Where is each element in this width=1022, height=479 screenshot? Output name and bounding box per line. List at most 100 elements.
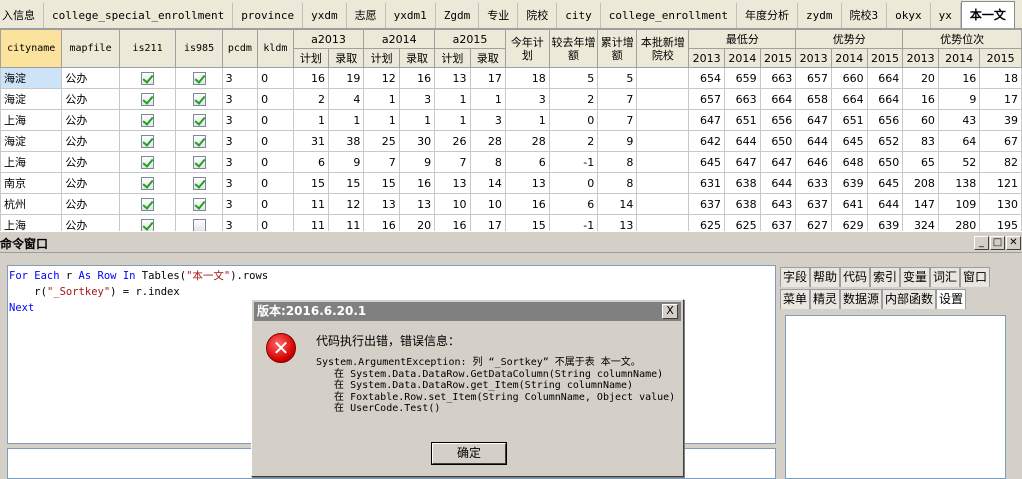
col-header-min-2014[interactable]: 2014 [724, 48, 761, 68]
cell-cum[interactable]: 8 [597, 151, 638, 173]
cell-adv14[interactable]: 645 [830, 130, 868, 152]
table-row[interactable]: 海淀 公办 3 0 16 19 12 16 13 17 18 5 5 654 659 663 657 660 664… [0, 67, 1022, 89]
cell-new-schools[interactable] [636, 193, 690, 215]
col-header-a2014-plan[interactable]: 计划 [363, 48, 400, 68]
table-row[interactable]: 杭州 公办 3 0 11 12 13 13 10 10 16 6 14 637 638 643 637 641 64… [0, 193, 1022, 215]
side-tab-row2-4[interactable]: 设置 [936, 289, 967, 309]
is211-checkbox[interactable] [141, 134, 155, 148]
cell-a15p[interactable]: 10 [434, 193, 471, 215]
cell-cityname[interactable]: 南京 [0, 172, 63, 194]
cell-inc[interactable]: 2 [548, 130, 599, 152]
col-group-adv-rank[interactable]: 优势位次 [902, 29, 1022, 49]
tab-1[interactable]: college_special_enrollment [44, 3, 234, 28]
dialog-close-button[interactable]: X [662, 304, 678, 319]
cell-rk13[interactable]: 20 [902, 67, 939, 89]
cell-adv14[interactable]: 660 [830, 67, 868, 89]
cell-min14[interactable]: 663 [724, 88, 761, 110]
cell-a14p[interactable]: 25 [363, 130, 400, 152]
cell-inc[interactable]: -1 [548, 214, 599, 231]
cell-min15[interactable]: 656 [759, 109, 797, 131]
cell-a15p[interactable]: 1 [434, 109, 471, 131]
side-tab-row1-0[interactable]: 字段 [780, 267, 811, 287]
cell-min13[interactable]: 631 [688, 172, 725, 194]
cell-mapfile[interactable]: 公办 [61, 88, 120, 110]
cell-kldm[interactable]: 0 [257, 130, 294, 152]
cell-is985[interactable] [175, 88, 223, 110]
cell-mapfile[interactable]: 公办 [61, 172, 120, 194]
cell-mapfile[interactable]: 公办 [61, 67, 120, 89]
cell-inc[interactable]: 0 [548, 172, 599, 194]
cell-mapfile[interactable]: 公办 [61, 130, 120, 152]
cell-rk15[interactable]: 18 [979, 67, 1022, 89]
cell-a13p[interactable]: 6 [292, 151, 330, 173]
cell-adv15[interactable]: 650 [866, 151, 904, 173]
cell-adv15[interactable]: 664 [866, 67, 904, 89]
tab-5[interactable]: yxdm1 [386, 3, 436, 28]
cell-is211[interactable] [118, 151, 177, 173]
cell-a15r[interactable]: 17 [469, 214, 506, 231]
col-group-adv-score[interactable]: 优势分 [795, 29, 904, 49]
cell-rk13[interactable]: 16 [902, 88, 939, 110]
cell-min15[interactable]: 650 [759, 130, 797, 152]
cell-new-schools[interactable] [636, 172, 690, 194]
cell-a14r[interactable]: 16 [398, 67, 436, 89]
cell-pcdm[interactable]: 3 [221, 67, 259, 89]
cell-min15[interactable]: 647 [759, 151, 797, 173]
cell-cityname[interactable]: 上海 [0, 109, 63, 131]
tab-2[interactable]: province [233, 3, 304, 28]
cell-a15p[interactable]: 1 [434, 88, 471, 110]
cell-pcdm[interactable]: 3 [221, 109, 259, 131]
cell-min14[interactable]: 659 [724, 67, 761, 89]
cell-a13r[interactable]: 19 [328, 67, 365, 89]
cell-a13p[interactable]: 2 [292, 88, 330, 110]
cell-kldm[interactable]: 0 [257, 172, 294, 194]
cell-a14r[interactable]: 30 [398, 130, 436, 152]
cell-min13[interactable]: 657 [688, 88, 725, 110]
cell-rk15[interactable]: 82 [979, 151, 1022, 173]
cell-is211[interactable] [118, 214, 177, 231]
cell-cum[interactable]: 9 [597, 130, 638, 152]
close-button[interactable]: ✕ [1006, 236, 1021, 250]
is985-checkbox[interactable] [192, 113, 206, 127]
cell-a13r[interactable]: 38 [328, 130, 365, 152]
cell-cityname[interactable]: 上海 [0, 151, 63, 173]
cell-rk14[interactable]: 43 [937, 109, 981, 131]
cell-a13p[interactable]: 15 [292, 172, 330, 194]
cell-plan[interactable]: 28 [504, 130, 550, 152]
cell-inc[interactable]: -1 [548, 151, 599, 173]
side-tab-row1-6[interactable]: 窗口 [960, 267, 991, 287]
cell-new-schools[interactable] [636, 109, 690, 131]
cell-is211[interactable] [118, 109, 177, 131]
col-header-a2015-plan[interactable]: 计划 [434, 48, 471, 68]
is211-checkbox[interactable] [141, 155, 155, 169]
cell-a13r[interactable]: 4 [328, 88, 365, 110]
cell-a14r[interactable]: 3 [398, 88, 436, 110]
cell-cityname[interactable]: 上海 [0, 214, 63, 231]
cell-pcdm[interactable]: 3 [221, 172, 259, 194]
col-header-rank-2015[interactable]: 2015 [979, 48, 1022, 68]
tab-9[interactable]: city [557, 3, 601, 28]
col-header-adv-2014[interactable]: 2014 [830, 48, 868, 68]
cell-kldm[interactable]: 0 [257, 214, 294, 231]
cell-inc[interactable]: 2 [548, 88, 599, 110]
col-header-a2013-admit[interactable]: 录取 [328, 48, 365, 68]
col-header-cityname[interactable]: cityname [0, 29, 63, 68]
table-row[interactable]: 上海 公办 3 0 6 9 7 9 7 8 6 -1 8 645 647 647 646 648 650 65 52 82 [0, 151, 1022, 173]
col-group-a2013[interactable]: a2013 [292, 29, 365, 49]
tab-10[interactable]: college_enrollment [601, 3, 738, 28]
side-tab-row1-2[interactable]: 代码 [840, 267, 871, 287]
cell-adv13[interactable]: 657 [795, 67, 832, 89]
cell-cum[interactable]: 8 [597, 172, 638, 194]
cell-is211[interactable] [118, 172, 177, 194]
col-header-is211[interactable]: is211 [118, 29, 177, 68]
col-group-min-score[interactable]: 最低分 [688, 29, 797, 49]
col-group-a2014[interactable]: a2014 [363, 29, 436, 49]
cell-min13[interactable]: 642 [688, 130, 725, 152]
cell-kldm[interactable]: 0 [257, 88, 294, 110]
cell-rk14[interactable]: 64 [937, 130, 981, 152]
cell-a15p[interactable]: 7 [434, 151, 471, 173]
col-header-adv-2013[interactable]: 2013 [795, 48, 832, 68]
is985-checkbox[interactable] [192, 155, 206, 169]
cell-a15p[interactable]: 16 [434, 214, 471, 231]
cell-cum[interactable]: 14 [597, 193, 638, 215]
